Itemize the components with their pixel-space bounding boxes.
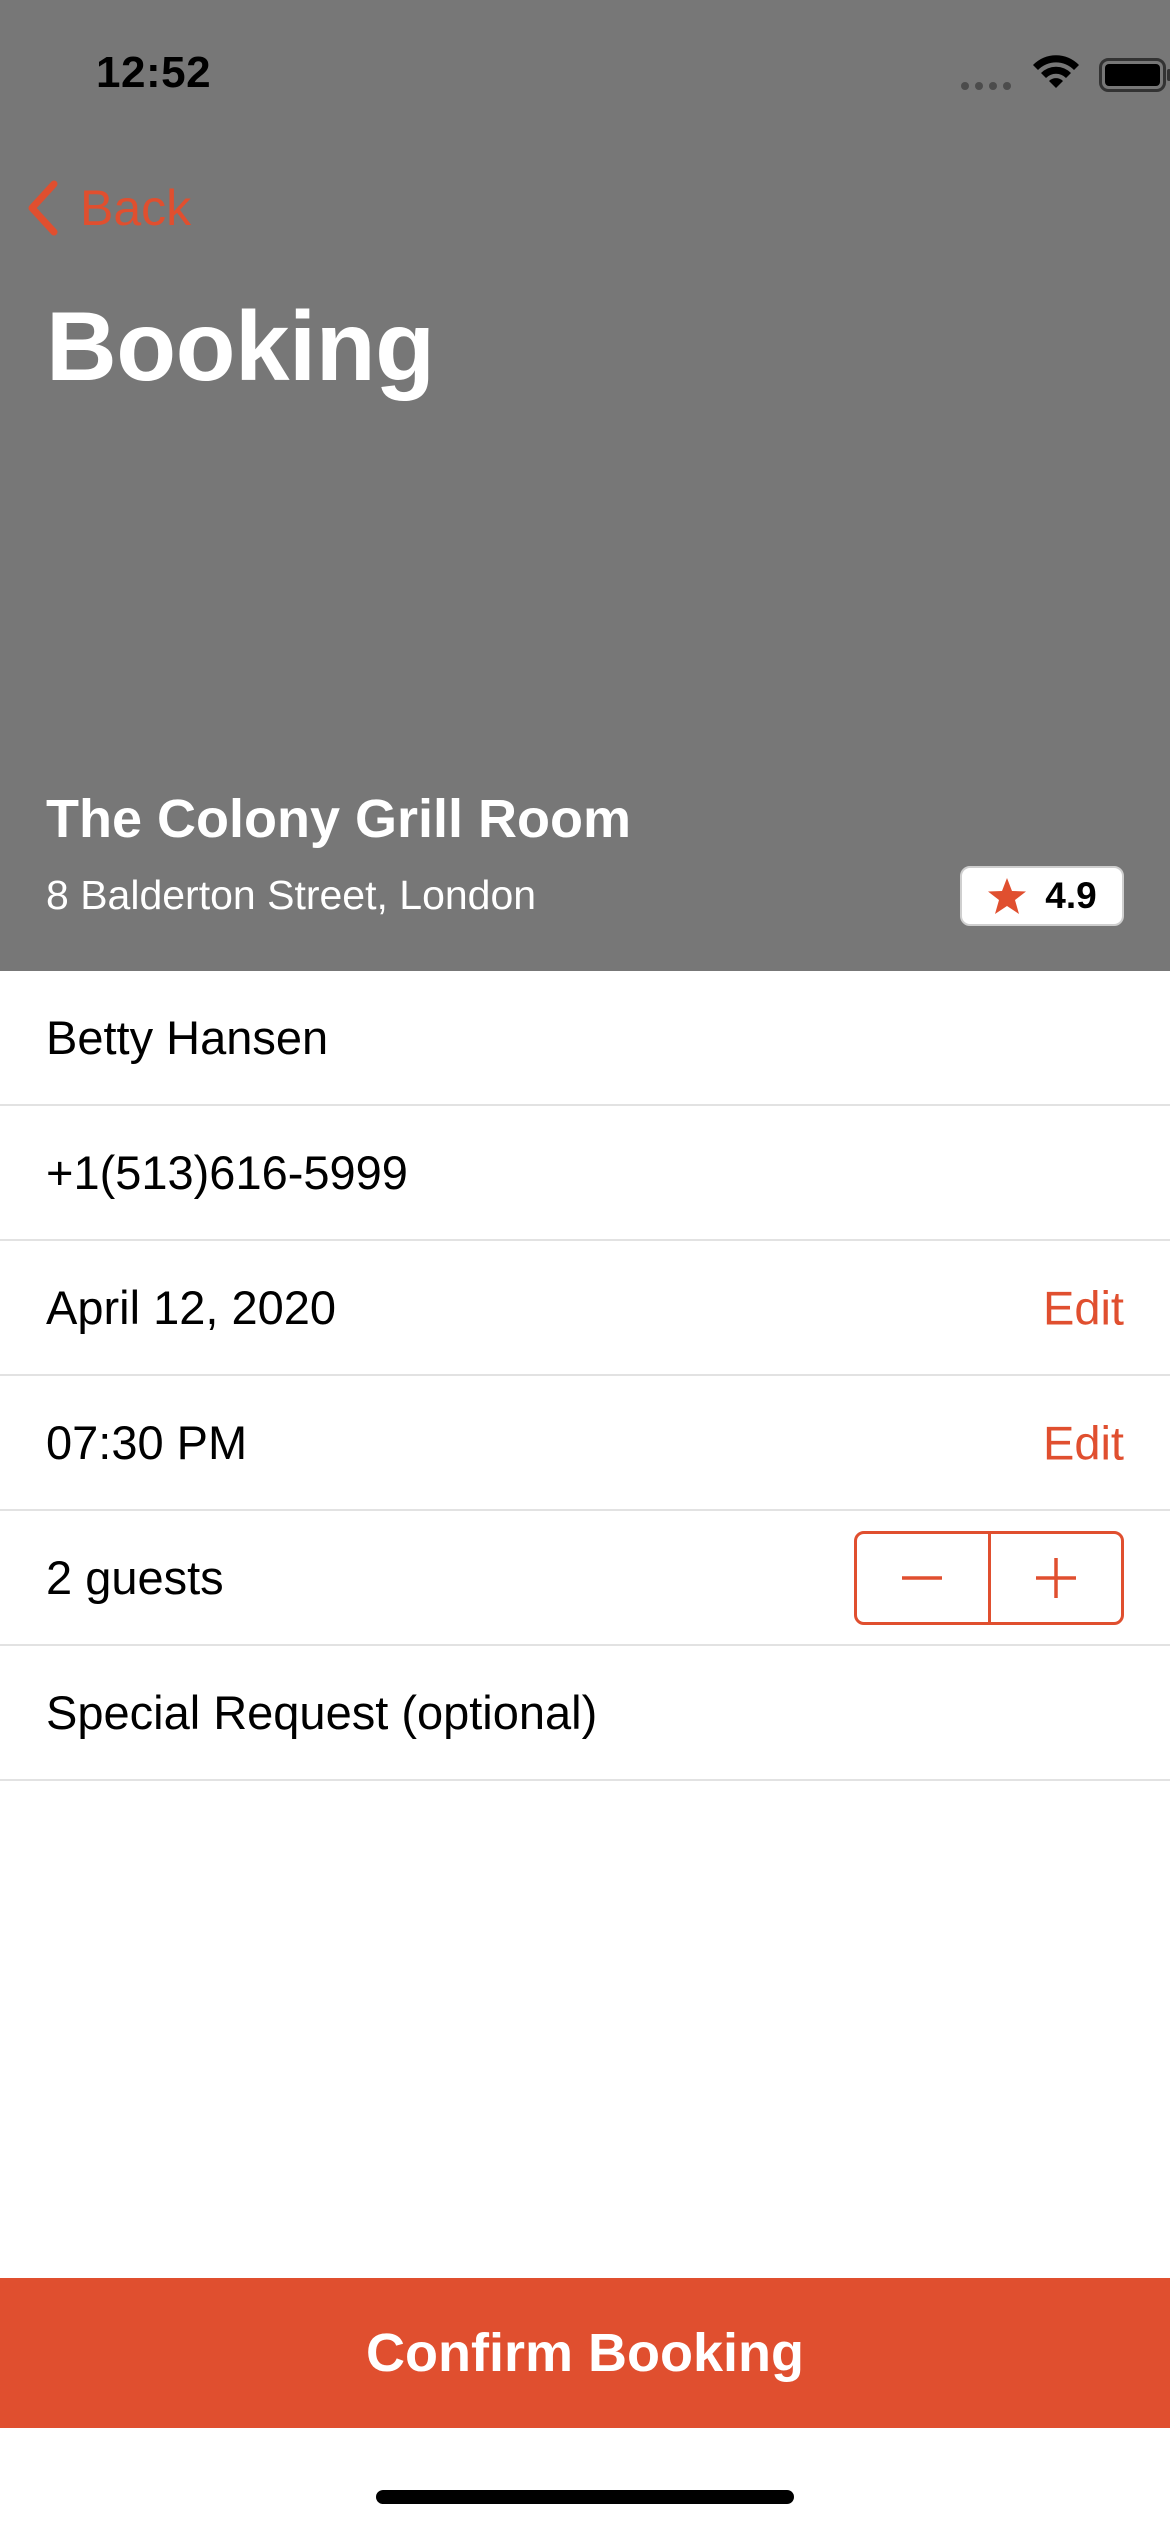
confirm-booking-button[interactable]: Confirm Booking (0, 2278, 1170, 2428)
phone-field[interactable]: +1(513)616-5999 (0, 1106, 1170, 1241)
special-request-field[interactable]: Special Request (optional) (0, 1646, 1170, 1781)
booking-screen: 12:52 Back Booking The Colony Grill Room… (0, 0, 1170, 2532)
time-row: 07:30 PM Edit (0, 1376, 1170, 1511)
name-value: Betty Hansen (46, 1011, 329, 1064)
booking-form: Betty Hansen +1(513)616-5999 April 12, 2… (0, 971, 1170, 1781)
restaurant-name: The Colony Grill Room (46, 789, 632, 849)
rating-badge: 4.9 (960, 866, 1124, 926)
guests-value: 2 guests (46, 1551, 224, 1604)
increment-guests-button[interactable] (987, 1533, 1122, 1622)
time-edit-button[interactable]: Edit (1043, 1415, 1124, 1470)
status-time: 12:52 (96, 48, 212, 97)
signal-icon (961, 82, 1017, 92)
phone-value: +1(513)616-5999 (46, 1146, 408, 1199)
page-title: Booking (46, 291, 435, 401)
home-indicator (376, 2490, 794, 2504)
special-request-placeholder: Special Request (optional) (46, 1686, 598, 1739)
confirm-booking-label: Confirm Booking (366, 2323, 804, 2383)
date-row: April 12, 2020 Edit (0, 1241, 1170, 1376)
restaurant-address: 8 Balderton Street, London (46, 872, 537, 918)
name-field[interactable]: Betty Hansen (0, 971, 1170, 1106)
guests-row: 2 guests (0, 1511, 1170, 1646)
decrement-guests-button[interactable] (857, 1534, 988, 1622)
back-label: Back (80, 180, 192, 236)
header: 12:52 Back Booking The Colony Grill Room… (0, 0, 1170, 971)
back-button[interactable]: Back (26, 176, 191, 240)
battery-icon (1099, 58, 1170, 92)
plus-icon (1035, 1557, 1076, 1598)
minus-icon (902, 1575, 943, 1580)
date-edit-button[interactable]: Edit (1043, 1280, 1124, 1335)
chevron-left-icon (28, 180, 58, 236)
time-value: 07:30 PM (46, 1416, 248, 1469)
star-icon (988, 878, 1027, 914)
date-value: April 12, 2020 (46, 1281, 337, 1334)
rating-value: 4.9 (1045, 875, 1097, 916)
guests-stepper (854, 1530, 1124, 1625)
wifi-icon (1033, 55, 1079, 88)
